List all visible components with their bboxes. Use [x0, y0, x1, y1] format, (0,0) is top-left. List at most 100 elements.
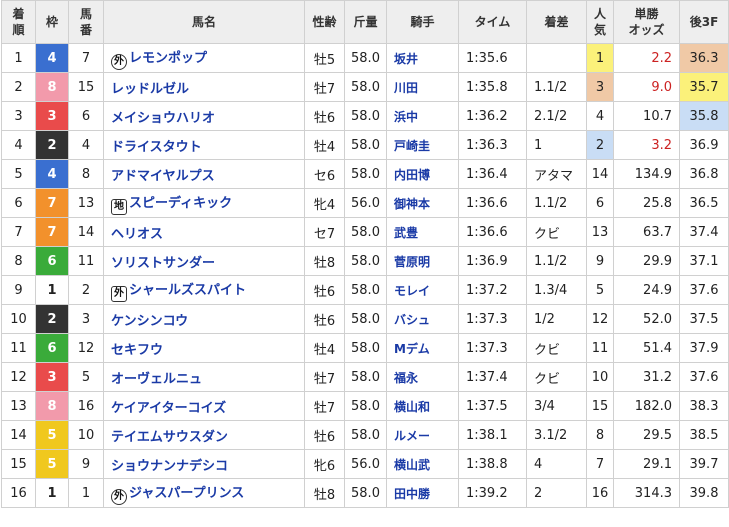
win-odds: 29.1	[613, 449, 680, 479]
table-row: 16 1 1 外ジャスパープリンス 牡8 58.0 田中勝 1:39.2 2 16 314.3 39.…	[1, 478, 729, 508]
jockey-name[interactable]: Mデム	[386, 333, 459, 363]
table-row: 12 3 5 オーヴェルニュ 牡7 58.0 福永 1:37.4 クビ 10 31.2 37.6	[1, 362, 729, 392]
finish-time: 1:36.3	[458, 130, 527, 160]
horse-name-link[interactable]: レッドルゼル	[111, 82, 189, 97]
horse-name-link[interactable]: アドマイヤルプス	[111, 169, 215, 184]
win-odds: 314.3	[613, 478, 680, 508]
horse-name-link[interactable]: ケンシンコウ	[111, 314, 188, 329]
horse-name: ヘリオス	[103, 217, 305, 247]
table-row: 1 4 7 外レモンポップ 牡5 58.0 坂井 1:35.6 1 2.2 36.3	[1, 43, 729, 73]
last-3f-time: 38.5	[679, 420, 729, 450]
finish-time: 1:36.6	[458, 217, 527, 247]
horse-origin-badge: 外	[111, 53, 127, 70]
margin: クビ	[526, 217, 587, 247]
jockey-name[interactable]: モレイ	[386, 275, 459, 305]
horse-name-link[interactable]: シャールズスパイト	[129, 283, 246, 298]
jockey-name[interactable]: 戸崎圭	[386, 130, 459, 160]
carried-weight: 56.0	[344, 449, 387, 479]
popularity: 1	[586, 43, 614, 73]
horse-name-link[interactable]: レモンポップ	[129, 51, 207, 66]
jockey-name[interactable]: 田中勝	[386, 478, 459, 508]
jockey-name[interactable]: 川田	[386, 72, 459, 102]
carried-weight: 58.0	[344, 304, 387, 334]
horse-name-link[interactable]: ヘリオス	[111, 227, 163, 242]
finish-time: 1:36.2	[458, 101, 527, 131]
last-3f-time: 36.3	[679, 43, 729, 73]
margin: 1.3/4	[526, 275, 587, 305]
gate-frame: 4	[35, 159, 69, 189]
table-row: 14 5 10 テイエムサウスダン 牡6 58.0 ルメー 1:38.1 3.1/2 8 29.5 3…	[1, 420, 729, 450]
horse-name-link[interactable]: オーヴェルニュ	[111, 372, 202, 387]
gate-frame: 2	[35, 130, 69, 160]
horse-number: 16	[68, 391, 104, 421]
win-odds: 29.5	[613, 420, 680, 450]
sex-age: 牡7	[304, 72, 345, 102]
popularity: 14	[586, 159, 614, 189]
win-odds: 51.4	[613, 333, 680, 363]
jockey-name[interactable]: 福永	[386, 362, 459, 392]
finish-rank: 13	[1, 391, 36, 421]
finish-time: 1:38.8	[458, 449, 527, 479]
finish-time: 1:35.8	[458, 72, 527, 102]
finish-rank: 9	[1, 275, 36, 305]
margin: 1/2	[526, 304, 587, 334]
horse-number: 12	[68, 333, 104, 363]
popularity: 13	[586, 217, 614, 247]
margin: 3/4	[526, 391, 587, 421]
table-row: 15 5 9 ショウナンナデシコ 牝6 56.0 横山武 1:38.8 4 7 29.1 39.7	[1, 449, 729, 479]
jockey-name[interactable]: 御神本	[386, 188, 459, 218]
horse-name-link[interactable]: ソリストサンダー	[111, 256, 215, 271]
margin: 3.1/2	[526, 420, 587, 450]
jockey-name[interactable]: 内田博	[386, 159, 459, 189]
popularity: 7	[586, 449, 614, 479]
jockey-name[interactable]: 浜中	[386, 101, 459, 131]
horse-name-link[interactable]: ショウナンナデシコ	[111, 459, 228, 474]
table-row: 13 8 16 ケイアイターコイズ 牡7 58.0 横山和 1:37.5 3/4 15 182.0 3…	[1, 391, 729, 421]
jockey-name[interactable]: バシュ	[386, 304, 459, 334]
win-odds: 9.0	[613, 72, 680, 102]
jockey-name[interactable]: 横山武	[386, 449, 459, 479]
jockey-name[interactable]: 坂井	[386, 43, 459, 73]
jockey-name[interactable]: ルメー	[386, 420, 459, 450]
horse-name-link[interactable]: テイエムサウスダン	[111, 430, 228, 445]
jockey-name[interactable]: 横山和	[386, 391, 459, 421]
jockey-name[interactable]: 菅原明	[386, 246, 459, 276]
carried-weight: 58.0	[344, 159, 387, 189]
horse-name-link[interactable]: セキフウ	[111, 343, 163, 358]
sex-age: 牡8	[304, 246, 345, 276]
sex-age: 牡4	[304, 130, 345, 160]
carried-weight: 58.0	[344, 420, 387, 450]
margin: アタマ	[526, 159, 587, 189]
header-waku: 枠	[35, 0, 69, 44]
carried-weight: 58.0	[344, 362, 387, 392]
horse-name-link[interactable]: メイショウハリオ	[111, 111, 215, 126]
horse-name-link[interactable]: ジャスパープリンス	[129, 486, 244, 501]
horse-number: 4	[68, 130, 104, 160]
finish-rank: 15	[1, 449, 36, 479]
margin	[526, 43, 587, 73]
table-row: 2 8 15 レッドルゼル 牡7 58.0 川田 1:35.8 1.1/2 3 9.0 35.7	[1, 72, 729, 102]
horse-name-link[interactable]: スピーディキック	[129, 196, 232, 211]
finish-time: 1:37.4	[458, 362, 527, 392]
table-row: 5 4 8 アドマイヤルプス セ6 58.0 内田博 1:36.4 アタマ 14 134.9 36.8	[1, 159, 729, 189]
horse-name: 外シャールズスパイト	[103, 275, 305, 305]
popularity: 2	[586, 130, 614, 160]
table-row: 10 2 3 ケンシンコウ 牡6 58.0 バシュ 1:37.3 1/2 12 52.0 37.5	[1, 304, 729, 334]
finish-time: 1:37.2	[458, 275, 527, 305]
horse-number: 10	[68, 420, 104, 450]
margin: 4	[526, 449, 587, 479]
gate-frame: 5	[35, 420, 69, 450]
last-3f-time: 36.9	[679, 130, 729, 160]
carried-weight: 58.0	[344, 391, 387, 421]
horse-name-link[interactable]: ケイアイターコイズ	[111, 401, 226, 416]
jockey-name[interactable]: 武豊	[386, 217, 459, 247]
finish-time: 1:36.6	[458, 188, 527, 218]
finish-time: 1:37.5	[458, 391, 527, 421]
win-odds: 3.2	[613, 130, 680, 160]
popularity: 11	[586, 333, 614, 363]
margin: 1.1/2	[526, 188, 587, 218]
win-odds: 24.9	[613, 275, 680, 305]
table-row: 8 6 11 ソリストサンダー 牡8 58.0 菅原明 1:36.9 1.1/2 9 29.9 37.…	[1, 246, 729, 276]
horse-name-link[interactable]: ドライスタウト	[111, 140, 202, 155]
gate-frame: 6	[35, 246, 69, 276]
